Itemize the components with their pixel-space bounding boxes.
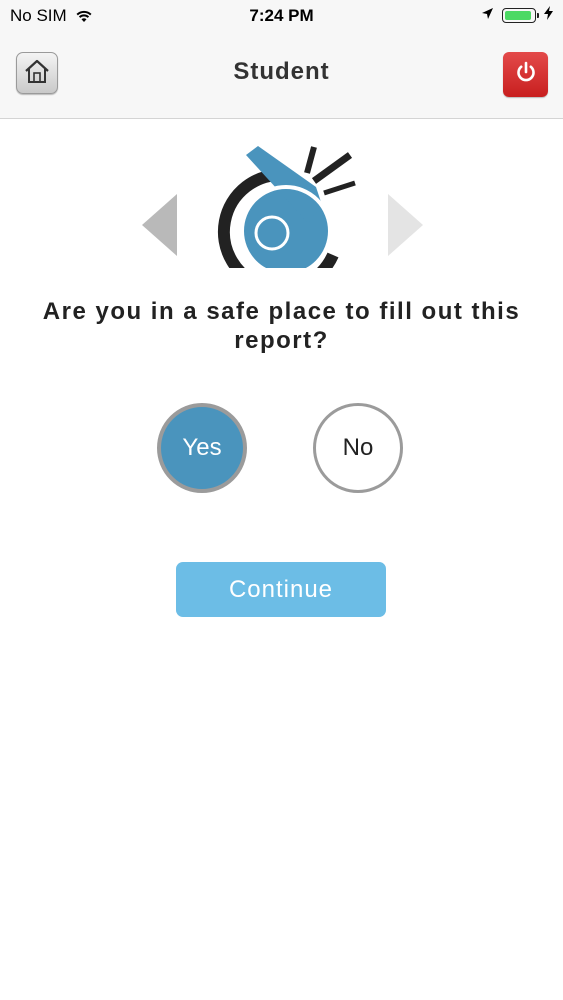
question-text: Are you in a safe place to fill out this… xyxy=(42,298,521,354)
nav-bar: Student xyxy=(0,34,563,119)
status-bar: No SIM 7:24 PM xyxy=(0,0,563,34)
previous-arrow-icon[interactable] xyxy=(142,194,177,256)
continue-button[interactable]: Continue xyxy=(176,562,386,617)
page-title: Student xyxy=(233,58,330,85)
next-arrow-icon[interactable] xyxy=(388,194,423,256)
power-icon xyxy=(514,60,538,89)
status-right xyxy=(473,6,553,25)
battery-fill xyxy=(505,11,531,20)
charging-bolt-icon xyxy=(544,6,553,25)
battery-icon xyxy=(502,8,539,23)
logout-button[interactable] xyxy=(503,52,548,97)
no-option-button[interactable]: No xyxy=(313,403,403,493)
yes-option-button[interactable]: Yes xyxy=(157,403,247,493)
location-arrow-icon xyxy=(481,7,494,25)
whistle-logo xyxy=(210,143,360,295)
